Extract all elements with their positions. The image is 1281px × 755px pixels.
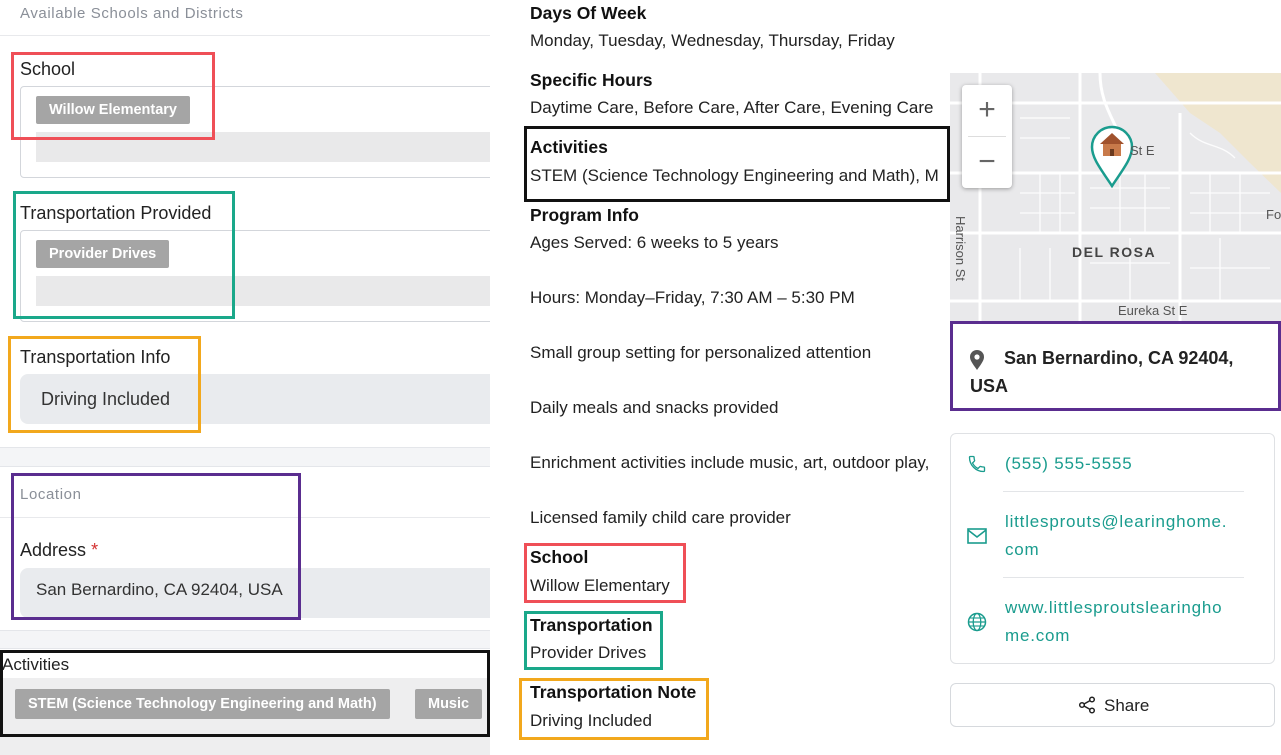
location-map[interactable]: + − St E Fo Harrison St DEL ROSA Eureka … <box>950 73 1281 321</box>
map-label-eureka: Eureka St E <box>1118 303 1188 318</box>
section-divider <box>0 35 490 36</box>
transport-provided-select[interactable]: Provider Drives <box>20 230 490 322</box>
hours-value: Daytime Care, Before Care, After Care, E… <box>530 98 934 117</box>
program-line: Licensed family child care provider <box>530 508 791 527</box>
transport-info-label: Transportation Info <box>20 347 171 367</box>
phone-link[interactable]: (555) 555-5555 <box>1005 450 1132 478</box>
transport-detail-label: Transportation <box>530 615 653 635</box>
map-label-harrison: Harrison St <box>953 215 969 282</box>
address-label: Address * <box>20 540 98 561</box>
program-line: Ages Served: 6 weeks to 5 years <box>530 233 779 252</box>
address-value: San Bernardino, CA 92404, USA <box>36 580 283 599</box>
map-label-fo: Fo <box>1266 207 1281 222</box>
contact-divider <box>1003 491 1244 492</box>
share-button[interactable]: Share <box>950 683 1275 727</box>
map-label-street: St E <box>1130 143 1155 158</box>
edit-form-panel: Available Schools and Districts School W… <box>0 0 490 755</box>
activities-label: Activities <box>2 655 70 674</box>
days-value: Monday, Tuesday, Wednesday, Thursday, Fr… <box>530 31 895 50</box>
transport-provided-chip[interactable]: Provider Drives <box>36 240 170 268</box>
location-card: Location Address * San Bernardino, CA 92… <box>0 466 490 631</box>
share-label: Share <box>1104 696 1150 715</box>
program-info-label: Program Info <box>530 205 639 225</box>
map-label-del-rosa: DEL ROSA <box>1072 244 1157 260</box>
address-line1: San Bernardino, CA 92404, <box>1004 348 1234 368</box>
transport-provided-input[interactable] <box>36 276 490 306</box>
share-icon <box>1078 696 1096 714</box>
school-detail-value: Willow Elementary <box>530 576 670 595</box>
phone-icon <box>968 455 986 473</box>
school-select[interactable]: Willow Elementary <box>20 86 490 178</box>
required-marker: * <box>91 540 99 560</box>
school-label: School <box>20 59 76 79</box>
contact-card: (555) 555-5555 littlesprouts@learinghome… <box>950 433 1275 664</box>
email-icon <box>967 528 987 544</box>
website-link-line2[interactable]: me.com <box>1005 622 1070 650</box>
school-select-input[interactable] <box>36 132 490 162</box>
transport-provided-label: Transportation Provided <box>20 203 212 223</box>
map-zoom-controls: + − <box>962 85 1012 188</box>
transport-note-value: Driving Included <box>530 711 652 730</box>
activity-chip-stem[interactable]: STEM (Science Technology Engineering and… <box>15 689 390 719</box>
contact-divider <box>1003 577 1244 578</box>
section-title-schools: Available Schools and Districts <box>20 5 244 22</box>
school-marker[interactable] <box>1090 125 1134 189</box>
email-link-line2[interactable]: com <box>1005 536 1040 564</box>
email-link-line1[interactable]: littlesprouts@learinghome. <box>1005 508 1227 536</box>
zoom-out-button[interactable]: − <box>962 137 1012 188</box>
zoom-in-button[interactable]: + <box>962 85 1012 136</box>
transport-note-label: Transportation Note <box>530 682 697 702</box>
school-detail-label: School <box>530 547 589 567</box>
hours-label: Specific Hours <box>530 70 653 90</box>
program-line: Enrichment activities include music, art… <box>530 453 930 472</box>
program-line: Small group setting for personalized att… <box>530 343 872 362</box>
schools-card: Available Schools and Districts School W… <box>0 0 490 448</box>
section-divider <box>0 517 490 518</box>
activity-chip-music[interactable]: Music <box>415 689 483 719</box>
transport-detail-value: Provider Drives <box>530 643 647 662</box>
transport-info-value: Driving Included <box>41 389 171 409</box>
program-line: Hours: Monday–Friday, 7:30 AM – 5:30 PM <box>530 288 855 307</box>
address-label-text: Address <box>20 540 87 560</box>
transport-info-input[interactable]: Driving Included <box>20 374 490 424</box>
activities-detail-value: STEM (Science Technology Engineering and… <box>530 166 939 185</box>
days-label: Days Of Week <box>530 3 647 23</box>
activities-select[interactable]: STEM (Science Technology Engineering and… <box>0 678 490 755</box>
website-link-line1[interactable]: www.littlesproutslearingho <box>1005 594 1222 622</box>
program-line: Daily meals and snacks provided <box>530 398 779 417</box>
address-input[interactable]: San Bernardino, CA 92404, USA <box>20 568 490 618</box>
school-chip[interactable]: Willow Elementary <box>36 96 190 124</box>
address-line2: USA <box>970 376 1009 396</box>
section-title-location: Location <box>20 486 82 503</box>
globe-icon <box>967 612 987 632</box>
activities-detail-label: Activities <box>530 137 608 157</box>
location-pin-icon <box>970 350 984 370</box>
